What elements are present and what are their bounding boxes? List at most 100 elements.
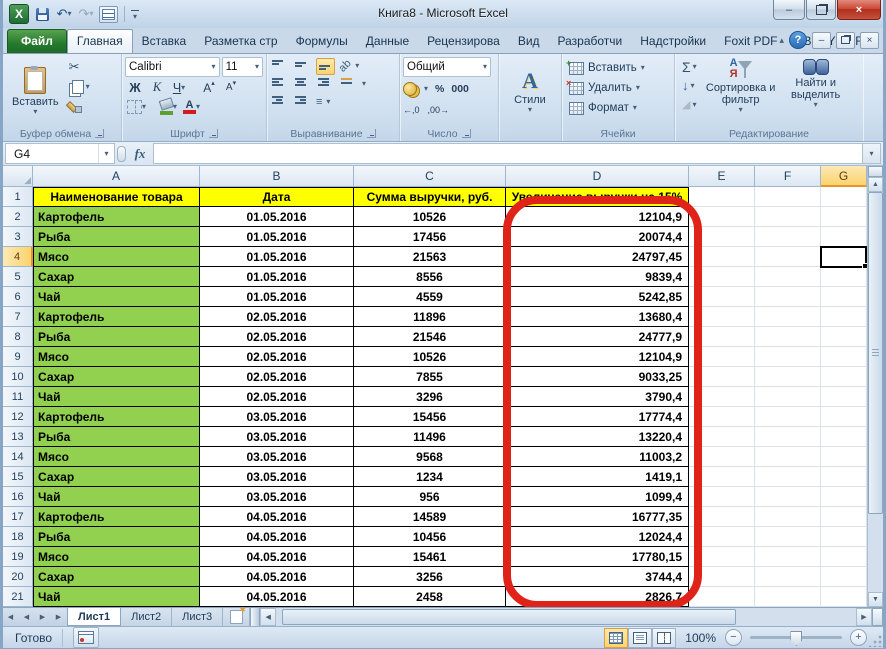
cell-F[interactable] [755, 447, 821, 467]
active-cell-selection[interactable] [820, 246, 867, 268]
cell-B11[interactable]: 02.05.2016 [200, 387, 354, 407]
cell-D10[interactable]: 9033,25 [506, 367, 689, 387]
cell-F[interactable] [755, 327, 821, 347]
cell-G[interactable] [821, 347, 867, 367]
sheet-tab-Лист2[interactable]: Лист2 [121, 608, 172, 626]
row-header-12[interactable]: 12 [3, 407, 33, 427]
cell-E[interactable] [689, 427, 755, 447]
cell-B10[interactable]: 02.05.2016 [200, 367, 354, 387]
table-header-cell[interactable]: Сумма выручки, руб. [354, 187, 506, 207]
clear-button[interactable]: ◢▾ [680, 96, 699, 113]
paste-button[interactable]: Вставить ▾ [6, 56, 65, 126]
row-header-19[interactable]: 19 [3, 547, 33, 567]
cell-A19[interactable]: Мясо [33, 547, 200, 567]
select-all-corner[interactable] [3, 166, 33, 187]
scroll-up-button[interactable]: ▲ [868, 177, 883, 192]
row-header-14[interactable]: 14 [3, 447, 33, 467]
cell-B18[interactable]: 04.05.2016 [200, 527, 354, 547]
cell-G[interactable] [821, 207, 867, 227]
cell-E[interactable] [689, 587, 755, 607]
expand-formula-bar-button[interactable]: ▾ [862, 143, 881, 164]
cell-C12[interactable]: 15456 [354, 407, 506, 427]
next-sheet-button[interactable]: ▶ [35, 608, 51, 626]
comma-format-button[interactable]: 000 [451, 83, 469, 95]
cell-F[interactable] [755, 187, 821, 207]
redo-button[interactable]: ↷▾ [77, 5, 95, 23]
cell-F[interactable] [755, 427, 821, 447]
cell-E[interactable] [689, 327, 755, 347]
row-header-13[interactable]: 13 [3, 427, 33, 447]
cell-C4[interactable]: 21563 [354, 247, 506, 267]
cell-G[interactable] [821, 387, 867, 407]
cell-D17[interactable]: 16777,35 [506, 507, 689, 527]
cell-C14[interactable]: 9568 [354, 447, 506, 467]
row-header-2[interactable]: 2 [3, 207, 33, 227]
ribbon-tab-3[interactable]: Разметка стр [195, 30, 286, 53]
table-header-cell[interactable]: Увеличение выручки на 15% [506, 187, 689, 207]
cell-D18[interactable]: 12024,4 [506, 527, 689, 547]
cell-A10[interactable]: Сахар [33, 367, 200, 387]
decrease-decimal-button[interactable]: ,00→ [428, 105, 450, 115]
align-middle-button[interactable] [293, 58, 312, 75]
styles-button[interactable]: А Стили ▾ [508, 56, 552, 126]
decrease-indent-button[interactable] [270, 94, 289, 111]
cell-C2[interactable]: 10526 [354, 207, 506, 227]
cell-G[interactable] [821, 187, 867, 207]
cell-E[interactable] [689, 527, 755, 547]
percent-format-button[interactable]: % [435, 83, 444, 95]
cell-C5[interactable]: 8556 [354, 267, 506, 287]
dropdown-arrow-icon[interactable]: ▾ [98, 144, 114, 163]
cell-B17[interactable]: 04.05.2016 [200, 507, 354, 527]
cell-C6[interactable]: 4559 [354, 287, 506, 307]
cell-G[interactable] [821, 287, 867, 307]
cell-F[interactable] [755, 387, 821, 407]
cell-D20[interactable]: 3744,4 [506, 567, 689, 587]
excel-logo-icon[interactable]: X [9, 4, 29, 24]
row-header-7[interactable]: 7 [3, 307, 33, 327]
cell-F[interactable] [755, 247, 821, 267]
column-header-D[interactable]: D [506, 166, 689, 187]
cell-F[interactable] [755, 347, 821, 367]
ribbon-tab-4[interactable]: Формулы [287, 30, 357, 53]
cell-A13[interactable]: Рыба [33, 427, 200, 447]
row-header-21[interactable]: 21 [3, 587, 33, 607]
cell-E[interactable] [689, 267, 755, 287]
page-break-view-button[interactable] [652, 628, 676, 648]
cell-A3[interactable]: Рыба [33, 227, 200, 247]
cell-A9[interactable]: Мясо [33, 347, 200, 367]
cell-G[interactable] [821, 367, 867, 387]
cell-G[interactable] [821, 427, 867, 447]
cell-C17[interactable]: 14589 [354, 507, 506, 527]
column-header-C[interactable]: C [354, 166, 506, 187]
align-top-button[interactable] [270, 58, 289, 75]
cell-F[interactable] [755, 207, 821, 227]
first-sheet-button[interactable]: ◀ [3, 608, 19, 626]
collapse-ribbon-icon[interactable]: ▴ [779, 35, 784, 46]
cell-C11[interactable]: 3296 [354, 387, 506, 407]
cell-D6[interactable]: 5242,85 [506, 287, 689, 307]
cell-C10[interactable]: 7855 [354, 367, 506, 387]
cell-A2[interactable]: Картофель [33, 207, 200, 227]
row-header-17[interactable]: 17 [3, 507, 33, 527]
cell-C21[interactable]: 2458 [354, 587, 506, 607]
zoom-slider-thumb[interactable] [790, 631, 802, 646]
bold-button[interactable]: Ж [125, 79, 145, 96]
insert-cells-button[interactable]: +Вставить▾ [569, 59, 669, 77]
scroll-down-button[interactable]: ▼ [868, 592, 883, 607]
cell-A8[interactable]: Рыба [33, 327, 200, 347]
vertical-split-handle[interactable] [868, 166, 883, 177]
save-button[interactable] [33, 5, 51, 23]
wrap-text-button[interactable]: ≡ [316, 96, 322, 108]
ribbon-tab-1[interactable]: Главная [67, 29, 133, 53]
cell-F[interactable] [755, 467, 821, 487]
align-right-button[interactable] [316, 76, 335, 93]
zoom-slider[interactable] [750, 636, 842, 639]
cell-B19[interactable]: 04.05.2016 [200, 547, 354, 567]
ribbon-tab-7[interactable]: Вид [509, 30, 549, 53]
cell-F[interactable] [755, 507, 821, 527]
cell-D19[interactable]: 17780,15 [506, 547, 689, 567]
restore-window-button[interactable] [806, 0, 836, 20]
row-header-8[interactable]: 8 [3, 327, 33, 347]
cell-D2[interactable]: 12104,9 [506, 207, 689, 227]
column-header-E[interactable]: E [689, 166, 755, 187]
